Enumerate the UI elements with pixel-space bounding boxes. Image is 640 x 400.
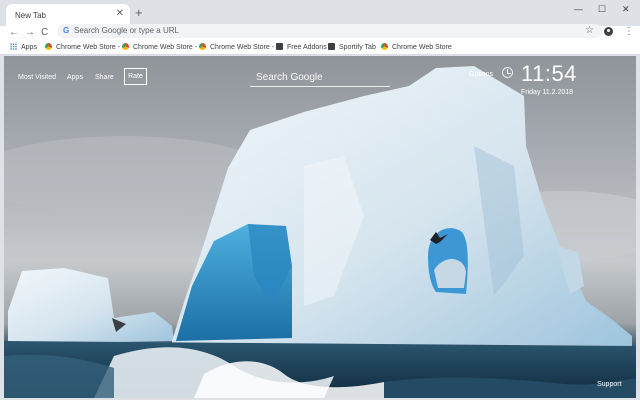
bookmark-label: Chrome Web Store - <box>56 44 121 51</box>
tab-close-icon[interactable]: ✕ <box>116 9 124 19</box>
bookmark-label: Chrome Web Store - <box>133 44 198 51</box>
reload-icon[interactable]: C <box>41 26 48 40</box>
new-tab-button[interactable]: + <box>135 6 143 19</box>
back-arrow-icon[interactable]: ← <box>9 26 19 40</box>
bookmark-chrome-web-store-4[interactable]: Chrome Web Store <box>381 43 452 52</box>
forward-arrow-icon[interactable]: → <box>25 26 35 40</box>
clock-icon[interactable] <box>502 67 513 78</box>
omnibox[interactable]: G Search Google or type a URL ☆ <box>57 24 602 38</box>
bookmarks-bar: Apps Chrome Web Store - Chrome Web Store… <box>0 40 640 55</box>
clock-date: Friday 11.2.2018 <box>521 89 574 96</box>
most-visited-link[interactable]: Most Visited <box>18 73 56 83</box>
chrome-web-store-icon <box>45 43 52 50</box>
tab-new-tab[interactable]: New Tab ✕ <box>6 4 130 26</box>
apps-grid-icon <box>10 43 17 50</box>
bookmark-label: Chrome Web Store - <box>210 44 275 51</box>
options-link[interactable]: Options <box>469 70 493 80</box>
omnibox-placeholder: Search Google or type a URL <box>74 26 179 35</box>
bookmark-label: Free Addons <box>287 44 327 51</box>
free-addons-icon <box>276 43 283 50</box>
tab-title: New Tab <box>15 11 46 20</box>
chrome-web-store-icon <box>199 43 206 50</box>
apps-link[interactable]: Apps <box>67 73 83 83</box>
browser-toolbar: ← → C G Search Google or type a URL ☆ ⋮ <box>0 24 640 40</box>
new-tab-page: Most Visited Apps Share Rate Options 11:… <box>4 56 636 398</box>
bookmark-apps[interactable]: Apps <box>10 43 37 52</box>
profile-avatar-icon[interactable] <box>604 27 613 36</box>
bookmark-chrome-web-store-2[interactable]: Chrome Web Store - <box>122 43 197 52</box>
menu-kebab-icon[interactable]: ⋮ <box>624 26 634 38</box>
bookmark-sportify-tab[interactable]: Sportify Tab <box>328 43 376 52</box>
bookmark-free-addons[interactable]: Free Addons <box>276 43 327 52</box>
support-link[interactable]: Support <box>597 380 622 390</box>
bookmark-chrome-web-store-1[interactable]: Chrome Web Store - <box>45 43 120 52</box>
chrome-web-store-icon <box>381 43 388 50</box>
bookmark-label: Sportify Tab <box>339 44 376 51</box>
bookmark-chrome-web-store-3[interactable]: Chrome Web Store - <box>199 43 274 52</box>
bookmark-label: Chrome Web Store <box>392 44 452 51</box>
chrome-web-store-icon <box>122 43 129 50</box>
share-link[interactable]: Share <box>95 73 114 83</box>
maximize-icon[interactable]: ☐ <box>598 4 606 14</box>
sportify-tab-icon <box>328 43 335 50</box>
rate-button[interactable]: Rate <box>124 68 147 85</box>
bookmark-star-icon[interactable]: ☆ <box>585 24 594 38</box>
google-g-icon: G <box>63 26 70 35</box>
iceberg-background <box>4 66 636 398</box>
window-close-icon[interactable]: ✕ <box>622 4 630 14</box>
tab-strip: New Tab ✕ + — ☐ ✕ <box>0 0 640 26</box>
bookmark-label: Apps <box>21 44 37 51</box>
google-search-box <box>250 67 390 87</box>
minimize-icon[interactable]: — <box>574 4 583 14</box>
clock-time: 11:54 <box>521 61 577 86</box>
google-search-input[interactable] <box>250 68 390 87</box>
